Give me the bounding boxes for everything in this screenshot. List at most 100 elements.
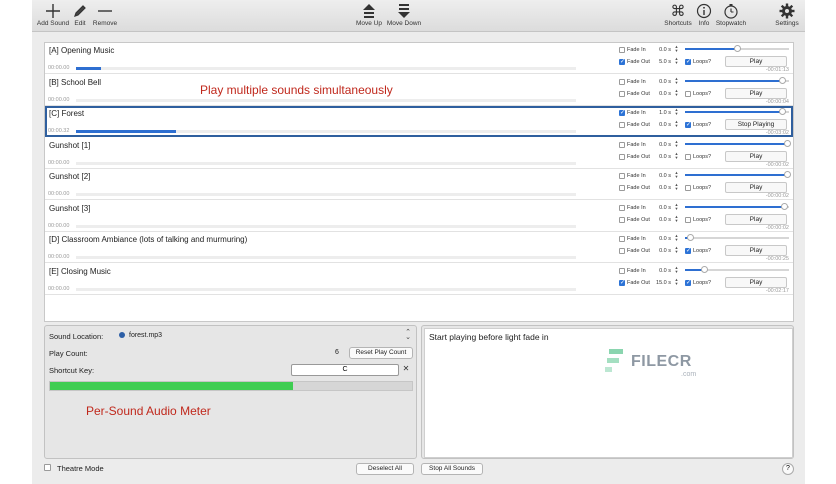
play-button[interactable]: Play (725, 182, 787, 193)
fade-in-checkbox[interactable] (619, 267, 625, 274)
fade-in-stepper-icon[interactable]: ▲ ▼ (674, 234, 679, 243)
remove-button[interactable]: Remove (92, 2, 118, 27)
fade-in-stepper-icon[interactable]: ▲ ▼ (674, 45, 679, 54)
fade-in-duration[interactable]: 0.0 s (651, 142, 671, 148)
volume-slider[interactable] (685, 234, 789, 241)
sound-row[interactable]: [B] School Bell 00:00.00 Fade In 0.0 s ▲… (45, 74, 793, 106)
sound-row[interactable]: [D] Classroom Ambiance (lots of talking … (45, 232, 793, 263)
volume-slider[interactable] (685, 108, 789, 115)
fade-in-stepper-icon[interactable]: ▲ ▼ (674, 202, 679, 212)
edit-button[interactable]: Edit (72, 2, 88, 27)
shortcut-key-field[interactable]: C (291, 364, 399, 376)
fade-out-duration[interactable]: 0.0 s (651, 122, 671, 128)
fade-out-checkbox[interactable] (619, 216, 625, 223)
loops-checkbox[interactable] (685, 185, 691, 191)
fade-in-stepper-icon[interactable]: ▲ ▼ (674, 171, 679, 180)
sound-row[interactable]: Gunshot [2] 00:00.00 Fade In 0.0 s ▲ ▼ Fa… (45, 169, 793, 200)
help-button[interactable]: ? (782, 463, 794, 475)
loops-checkbox[interactable] (685, 216, 691, 223)
loops-checkbox[interactable]: ✓ (685, 248, 691, 254)
volume-slider[interactable] (685, 76, 789, 84)
volume-slider[interactable] (685, 139, 791, 147)
fade-out-checkbox[interactable]: ✓ (619, 279, 625, 286)
fade-out-stepper-icon[interactable]: ▲ ▼ (674, 57, 679, 66)
volume-slider[interactable] (685, 45, 789, 52)
sound-row[interactable]: [A] Opening Music 00:00.00 Fade In 0.0 s… (45, 43, 793, 74)
fade-in-stepper-icon[interactable]: ▲ ▼ (674, 265, 679, 275)
volume-slider-knob[interactable] (734, 45, 741, 52)
fade-out-checkbox[interactable] (619, 153, 625, 160)
volume-slider[interactable] (685, 265, 789, 273)
fade-out-stepper-icon[interactable]: ▲ ▼ (674, 246, 679, 255)
fade-out-checkbox[interactable]: ✓ (619, 59, 625, 65)
fade-out-duration[interactable]: 0.0 s (651, 217, 671, 223)
fade-in-checkbox[interactable] (619, 204, 625, 211)
fade-in-checkbox[interactable] (619, 47, 625, 53)
stopwatch-button[interactable]: Stopwatch (714, 2, 748, 27)
fade-out-stepper-icon[interactable]: ▲ ▼ (674, 88, 679, 98)
play-button[interactable]: Play (725, 56, 787, 67)
volume-slider-knob[interactable] (780, 202, 788, 210)
notes-text-area[interactable]: Start playing before light fade in (424, 328, 793, 458)
fade-out-stepper-icon[interactable]: ▲ ▼ (674, 277, 679, 287)
fade-in-duration[interactable]: 1.0 s (651, 110, 671, 116)
volume-slider-knob[interactable] (778, 76, 786, 84)
sound-location-select[interactable]: forest.mp3 ⌃ ⌄ (117, 329, 411, 341)
fade-in-checkbox[interactable] (619, 173, 625, 179)
play-button[interactable]: Play (725, 276, 787, 288)
clear-shortcut-icon[interactable]: ✕ (401, 364, 411, 374)
loops-checkbox[interactable] (685, 90, 691, 97)
fade-out-duration[interactable]: 5.0 s (651, 59, 671, 65)
fade-in-duration[interactable]: 0.0 s (651, 173, 671, 179)
shortcuts-button[interactable]: ⌘ Shortcuts (662, 2, 694, 28)
fade-in-duration[interactable]: 0.0 s (651, 79, 671, 85)
volume-slider-knob[interactable] (687, 234, 695, 241)
sound-row[interactable]: Gunshot [1] 00:00.00 Fade In 0.0 s ▲ ▼ Fa… (45, 137, 793, 169)
fade-out-checkbox[interactable] (619, 185, 625, 191)
fade-in-duration[interactable]: 0.0 s (651, 268, 671, 274)
fade-out-checkbox[interactable] (619, 90, 625, 97)
fade-in-duration[interactable]: 0.0 s (651, 47, 671, 53)
fade-in-checkbox[interactable] (619, 78, 625, 85)
fade-out-checkbox[interactable] (619, 248, 625, 254)
fade-out-duration[interactable]: 0.0 s (651, 154, 671, 160)
volume-slider-knob[interactable] (783, 171, 791, 178)
fade-out-stepper-icon[interactable]: ▲ ▼ (674, 151, 679, 161)
deselect-all-button[interactable]: Deselect All (356, 463, 414, 475)
fade-in-checkbox[interactable]: ✓ (619, 110, 625, 116)
add-sound-button[interactable]: Add Sound (36, 2, 70, 27)
loops-checkbox[interactable]: ✓ (685, 122, 691, 128)
loops-checkbox[interactable]: ✓ (685, 279, 691, 286)
fade-out-duration[interactable]: 0.0 s (651, 248, 671, 254)
fade-out-duration[interactable]: 0.0 s (651, 91, 671, 97)
move-down-button[interactable]: Move Down (386, 2, 422, 27)
reset-play-count-button[interactable]: Reset Play Count (349, 347, 413, 359)
loops-checkbox[interactable]: ✓ (685, 59, 691, 65)
fade-out-stepper-icon[interactable]: ▲ ▼ (674, 183, 679, 192)
stop-all-sounds-button[interactable]: Stop All Sounds (421, 463, 483, 475)
play-button[interactable]: Play (725, 150, 787, 162)
sound-row[interactable]: [E] Closing Music 00:00.00 Fade In 0.0 s… (45, 263, 793, 295)
loops-checkbox[interactable] (685, 153, 691, 160)
play-button[interactable]: Play (725, 245, 787, 256)
volume-slider-knob[interactable] (700, 265, 708, 273)
fade-out-stepper-icon[interactable]: ▲ ▼ (674, 214, 679, 224)
volume-slider[interactable] (685, 202, 789, 210)
fade-out-duration[interactable]: 0.0 s (651, 185, 671, 191)
fade-in-duration[interactable]: 0.0 s (651, 205, 671, 211)
fade-out-duration[interactable]: 15.0 s (651, 280, 671, 286)
fade-in-checkbox[interactable] (619, 141, 625, 148)
fade-in-stepper-icon[interactable]: ▲ ▼ (674, 139, 679, 149)
fade-in-duration[interactable]: 0.0 s (651, 236, 671, 242)
sound-row[interactable]: [C] Forest 00:00.32 ✓ Fade In 1.0 s ▲ ▼ F… (45, 106, 793, 137)
fade-in-stepper-icon[interactable]: ▲ ▼ (674, 108, 679, 117)
fade-out-checkbox[interactable] (619, 122, 625, 128)
settings-button[interactable]: Settings (774, 2, 800, 27)
volume-slider[interactable] (685, 171, 791, 178)
theatre-mode-checkbox[interactable] (44, 464, 51, 471)
fade-in-stepper-icon[interactable]: ▲ ▼ (674, 76, 679, 86)
info-button[interactable]: Info (696, 2, 712, 27)
play-button[interactable]: Stop Playing (725, 119, 787, 130)
volume-slider-knob[interactable] (783, 139, 791, 147)
volume-slider-knob[interactable] (778, 108, 786, 115)
